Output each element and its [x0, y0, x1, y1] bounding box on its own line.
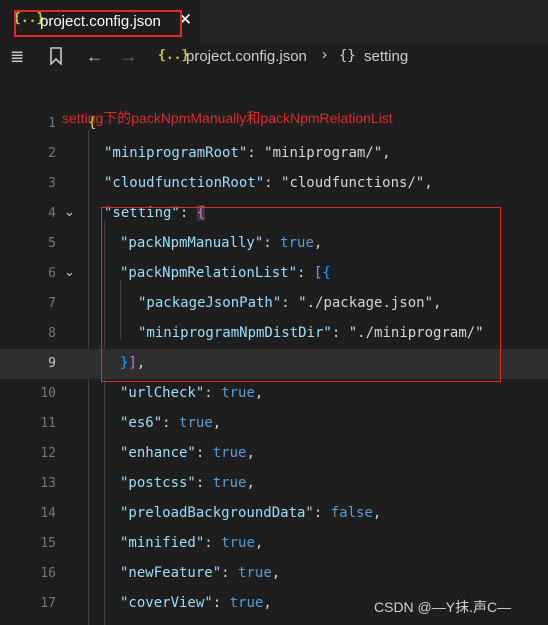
editor-toolbar: ≣ ← → {..} project.config.json › {} sett… — [0, 44, 548, 70]
code-text: "preloadBackgroundData": false, — [120, 505, 382, 521]
code-text: "cloudfunctionRoot": "cloudfunctions/", — [104, 175, 433, 191]
code-text: "postcss": true, — [120, 475, 255, 491]
chevron-down-icon[interactable]: ⌄ — [64, 204, 75, 220]
forward-icon[interactable]: → — [120, 47, 137, 67]
code-line: 16 "newFeature": true, — [40, 565, 281, 581]
code-line: 10 "urlCheck": true, — [40, 385, 264, 401]
tab-bar: {..} project.config.json ✕ — [0, 0, 548, 44]
code-text: "coverView": true, — [120, 595, 272, 611]
object-icon: {} — [339, 48, 356, 64]
code-line: 13 "postcss": true, — [40, 475, 255, 491]
annotation-box — [101, 207, 501, 382]
code-text: "newFeature": true, — [120, 565, 281, 581]
code-text: "minified": true, — [120, 535, 264, 551]
back-icon[interactable]: ← — [86, 47, 103, 67]
breadcrumb-section[interactable]: setting — [364, 48, 408, 65]
chevron-down-icon[interactable]: ⌄ — [64, 264, 75, 280]
chevron-right-icon: › — [322, 46, 327, 63]
bookmark-icon[interactable] — [48, 47, 64, 70]
code-line: 11 "es6": true, — [40, 415, 222, 431]
code-text: "es6": true, — [120, 415, 222, 431]
list-icon[interactable]: ≣ — [10, 47, 24, 67]
code-line: 3 "cloudfunctionRoot": "cloudfunctions/"… — [48, 175, 433, 191]
tab-annotation-box — [14, 10, 182, 37]
code-text: "miniprogramRoot": "miniprogram/", — [104, 145, 391, 161]
code-text: "enhance": true, — [120, 445, 255, 461]
code-text: "urlCheck": true, — [120, 385, 264, 401]
code-line: 2 "miniprogramRoot": "miniprogram/", — [48, 145, 391, 161]
breadcrumb-file[interactable]: project.config.json — [186, 48, 307, 65]
json-file-icon: {..} — [158, 48, 190, 63]
watermark: CSDN @—Y抹.声C— — [374, 599, 512, 615]
code-line: 14 "preloadBackgroundData": false, — [40, 505, 382, 521]
code-line: 15 "minified": true, — [40, 535, 264, 551]
code-line: 12 "enhance": true, — [40, 445, 255, 461]
annotation-text: setting下的packNpmManually和packNpmRelation… — [62, 110, 393, 126]
